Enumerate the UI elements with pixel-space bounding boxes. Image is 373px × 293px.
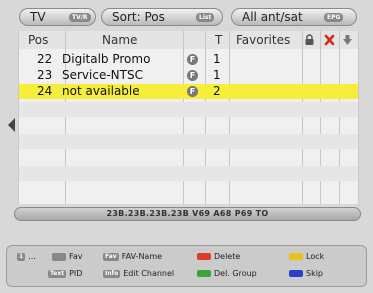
tv-button[interactable]: TV TV/R [19,8,96,26]
col-pos: Pos [28,33,49,47]
empty-row [19,134,358,149]
legend-fav: Fav [52,251,83,263]
legend-pid: Text PID [48,269,83,278]
row-pos: 22 [37,52,53,66]
legend-delete: Delete [197,251,240,263]
table-row[interactable]: 23 Service-NTSC F 1 [19,68,358,83]
text-key-icon: Text [48,269,67,278]
row-t: 2 [213,84,221,98]
sort-key-badge: List [196,13,215,22]
row-t: 1 [213,68,221,82]
legend-edit-channel: Info Edit Channel [103,269,175,278]
empty-row [19,102,358,117]
col-name: Name [102,33,138,47]
filter-key-badge: EPG [324,13,344,22]
filter-label: All ant/sat [242,10,303,24]
row-pos: 24 [37,84,53,98]
key-legend: 1... Fav Fav FAV-Name Delete Lock Text PID… [6,245,367,287]
red-key-icon [197,253,211,260]
blue-key-icon [289,270,303,277]
delete-icon [324,34,335,46]
free-channel-icon: F [187,54,198,65]
table-row-selected[interactable]: 24 not available F 2 [19,84,358,99]
signal-info-bar: 23B.23B.23B.23B V69 A68 P69 TO [14,207,361,221]
row-name: Service-NTSC [62,68,143,82]
free-channel-icon: F [187,70,198,81]
row-name: not available [62,84,140,98]
sort-button[interactable]: Sort: Pos List [101,8,223,26]
filter-button[interactable]: All ant/sat EPG [231,8,357,26]
legend-del-group: Del. Group [197,268,257,280]
channel-list-screen: TV TV/R Sort: Pos List All ant/sat EPG P… [0,0,373,293]
info-key-icon: Info [103,269,121,278]
row-t: 1 [213,52,221,66]
table-row[interactable]: 22 Digitalb Promo F 1 [19,52,358,67]
tv-key-badge: TV/R [69,13,91,22]
table-header: Pos Name T Favorites [19,31,358,49]
free-channel-icon: F [187,86,198,97]
legend-numbers: 1... [17,252,36,261]
tv-label: TV [30,10,46,24]
number-key-icon: 1 [17,252,26,261]
green-key-icon [197,270,211,277]
legend-fav-name: Fav FAV-Name [103,252,163,261]
lock-icon [305,34,314,45]
legend-lock: Lock [289,251,324,263]
sort-label: Sort: Pos [112,10,165,24]
row-name: Digitalb Promo [62,52,151,66]
channel-table: Pos Name T Favorites 22 Digitalb Promo F… [18,31,359,204]
legend-skip: Skip [289,268,323,280]
col-t: T [215,33,223,47]
fav-name-key-icon: Fav [103,252,119,261]
skip-arrow-icon [343,35,352,45]
row-pos: 23 [37,68,53,82]
empty-row [19,166,358,181]
col-favorites: Favorites [236,33,291,47]
fav-key-icon [52,252,66,261]
yellow-key-icon [289,253,303,260]
scroll-left-arrow-icon[interactable] [8,118,15,132]
